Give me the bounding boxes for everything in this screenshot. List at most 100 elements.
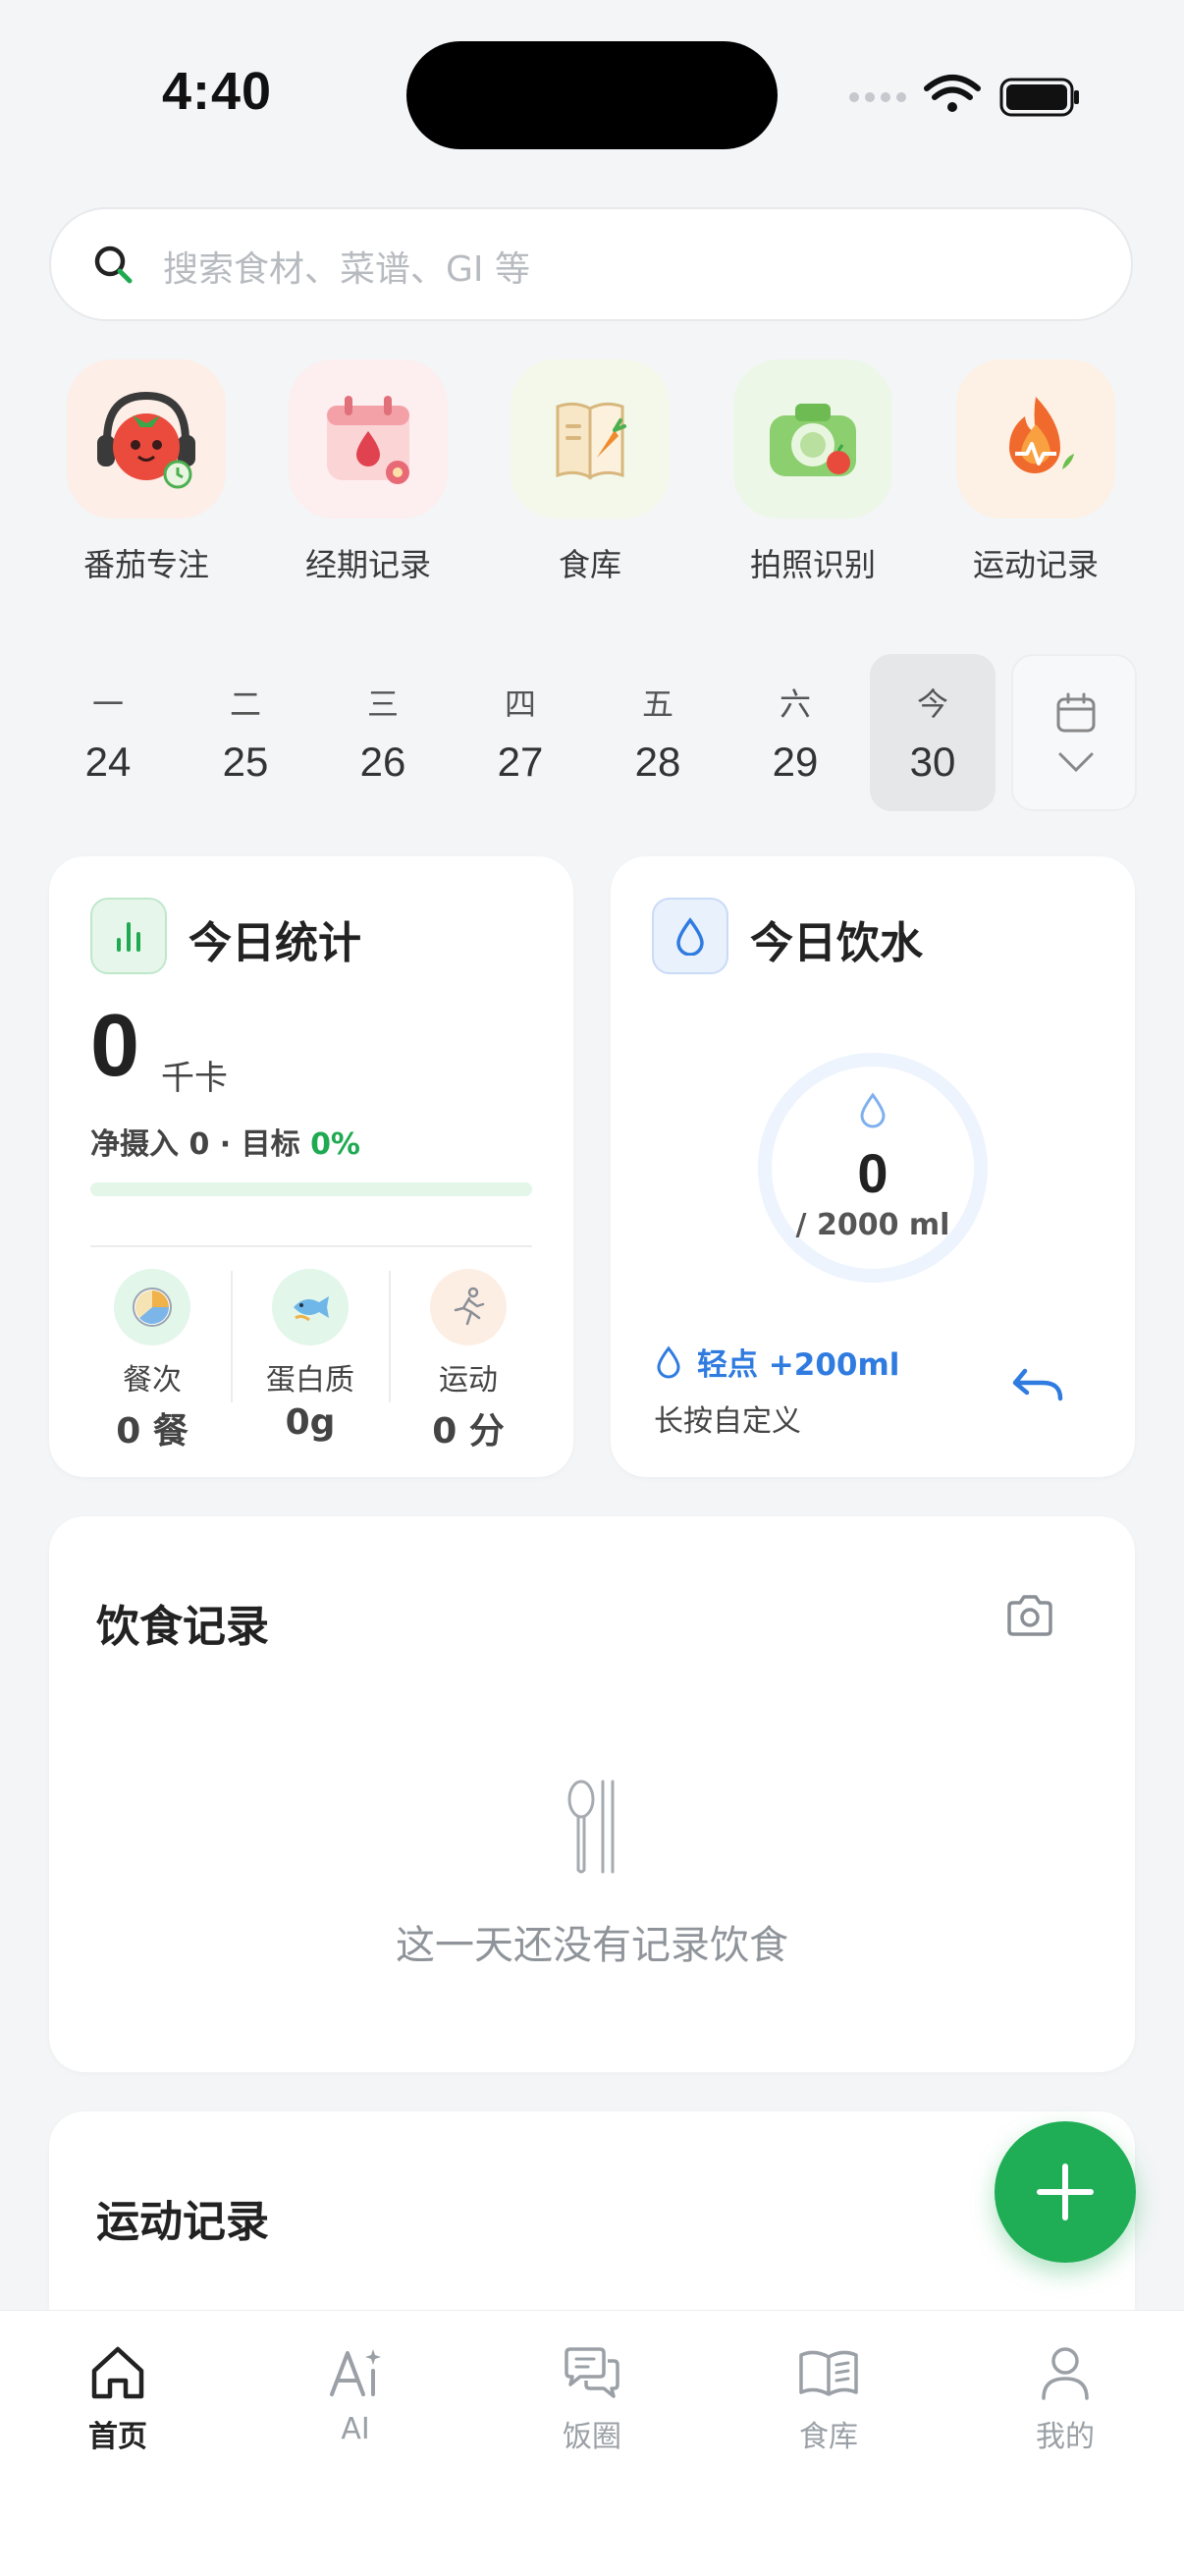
water-drop-icon xyxy=(657,1345,680,1378)
water-title: 今日饮水 xyxy=(750,918,923,968)
water-drop-small-icon xyxy=(860,1092,886,1128)
search-icon xyxy=(94,246,133,284)
status-time: 4:40 xyxy=(162,62,273,121)
water-quick-add-label: 轻点 +200ml xyxy=(697,1347,900,1383)
spoon-fork-icon xyxy=(567,1780,615,1874)
period-calendar-icon xyxy=(289,359,448,519)
water-drop-icon xyxy=(652,898,728,974)
quick-action-label: 食库 xyxy=(558,546,621,583)
stats-title: 今日统计 xyxy=(188,918,361,968)
date-number: 28 xyxy=(634,739,681,785)
diet-record-title: 饮食记录 xyxy=(96,1602,269,1652)
date-weekday: 三 xyxy=(366,685,399,723)
exercise-value: 0 分 xyxy=(432,1411,505,1452)
protein-stat: 蛋白质 0g xyxy=(232,1269,389,1443)
quick-action-period[interactable]: 经期记录 xyxy=(275,359,461,585)
calories-value: 0 xyxy=(90,997,140,1095)
camera-outline-icon[interactable] xyxy=(1003,1593,1056,1638)
tab-label: 我的 xyxy=(1036,2420,1095,2454)
signal-dots-icon xyxy=(849,92,906,102)
running-icon xyxy=(430,1269,507,1345)
quick-action-exercise[interactable]: 运动记录 xyxy=(942,359,1129,585)
tomato-headphones-icon xyxy=(67,359,226,519)
date-weekday: 二 xyxy=(229,685,261,723)
meal-count-label: 餐次 xyxy=(123,1363,182,1398)
divider xyxy=(90,1245,532,1247)
date-weekday: 一 xyxy=(91,685,124,723)
date-item[interactable]: 一 24 xyxy=(45,654,171,811)
quick-action-label: 拍照识别 xyxy=(749,546,876,583)
protein-label: 蛋白质 xyxy=(266,1363,354,1398)
date-number: 25 xyxy=(222,739,269,785)
date-item[interactable]: 二 25 xyxy=(183,654,308,811)
calendar-icon xyxy=(1056,692,1096,733)
search-placeholder: 搜索食材、菜谱、GI 等 xyxy=(163,249,530,290)
meal-count-value: 0 餐 xyxy=(116,1411,188,1452)
food-book-icon xyxy=(511,359,670,519)
date-item[interactable]: 五 28 xyxy=(595,654,721,811)
tab-label: AI xyxy=(341,2412,370,2446)
tab-home[interactable]: 首页 xyxy=(39,2343,196,2455)
tab-label: 食库 xyxy=(799,2420,858,2454)
home-icon xyxy=(91,2346,144,2399)
add-record-button[interactable] xyxy=(995,2121,1136,2263)
quick-action-label: 经期记录 xyxy=(304,546,431,583)
date-item[interactable]: 六 29 xyxy=(732,654,858,811)
quick-action-food-library[interactable]: 食库 xyxy=(497,359,683,585)
tab-ai[interactable]: AI xyxy=(277,2343,434,2446)
calendar-expand-button[interactable] xyxy=(1011,654,1137,811)
date-weekday: 四 xyxy=(504,685,536,723)
fish-icon xyxy=(272,1269,349,1345)
chat-bubbles-icon xyxy=(565,2347,619,2398)
date-number: 27 xyxy=(497,739,544,785)
tab-profile[interactable]: 我的 xyxy=(987,2343,1144,2455)
date-number: 30 xyxy=(909,739,956,785)
undo-icon[interactable] xyxy=(1011,1361,1066,1404)
exercise-stat: 运动 0 分 xyxy=(390,1269,547,1453)
plus-icon xyxy=(1037,2164,1094,2220)
profile-icon xyxy=(1042,2347,1089,2400)
date-item-today[interactable]: 今 30 xyxy=(870,654,996,811)
calorie-progress-track xyxy=(90,1182,532,1196)
date-number: 24 xyxy=(84,739,132,785)
exercise-record-title: 运动记录 xyxy=(96,2197,269,2247)
date-item[interactable]: 三 26 xyxy=(320,654,446,811)
flame-heartbeat-icon xyxy=(956,359,1115,519)
open-book-icon xyxy=(799,2350,858,2396)
goal-percent: 0% xyxy=(310,1127,360,1162)
diet-empty-text: 这一天还没有记录饮食 xyxy=(396,1923,788,1968)
camera-icon xyxy=(733,359,892,519)
quick-action-label: 运动记录 xyxy=(972,546,1099,583)
water-hint: 长按自定义 xyxy=(654,1404,801,1439)
wifi-icon xyxy=(924,75,981,100)
quick-action-tomato-focus[interactable]: 番茄专注 xyxy=(53,359,240,585)
date-weekday: 六 xyxy=(779,685,811,723)
chevron-down-icon xyxy=(1058,752,1094,773)
battery-icon xyxy=(999,78,1079,117)
water-quick-add-button[interactable]: 轻点 +200ml xyxy=(654,1340,899,1384)
protein-value: 0g xyxy=(285,1402,336,1443)
net-intake-text: 净摄入 0 · 目标 0% xyxy=(90,1120,360,1163)
water-current: 0 xyxy=(857,1142,888,1204)
quick-action-photo-recognize[interactable]: 拍照识别 xyxy=(720,359,906,585)
water-target: / 2000 ml xyxy=(795,1208,950,1242)
date-weekday: 今 xyxy=(916,685,948,723)
tab-community[interactable]: 饭圈 xyxy=(513,2343,671,2455)
plate-icon xyxy=(114,1269,190,1345)
ai-icon xyxy=(330,2349,381,2396)
meal-count-stat: 餐次 0 餐 xyxy=(74,1269,231,1453)
date-weekday: 五 xyxy=(641,685,673,723)
bar-chart-icon xyxy=(90,898,167,974)
date-item[interactable]: 四 27 xyxy=(457,654,583,811)
dynamic-island xyxy=(406,41,778,149)
net-intake-label: 净摄入 0 · 目标 xyxy=(90,1127,311,1162)
tab-label: 饭圈 xyxy=(563,2420,621,2454)
tab-food-library[interactable]: 食库 xyxy=(750,2343,907,2455)
quick-action-label: 番茄专注 xyxy=(82,546,209,583)
status-indicators xyxy=(849,75,1079,117)
tab-label: 首页 xyxy=(88,2420,147,2454)
date-number: 26 xyxy=(359,739,406,785)
calories-unit: 千卡 xyxy=(161,1059,228,1098)
exercise-label: 运动 xyxy=(439,1363,498,1398)
date-number: 29 xyxy=(772,739,819,785)
